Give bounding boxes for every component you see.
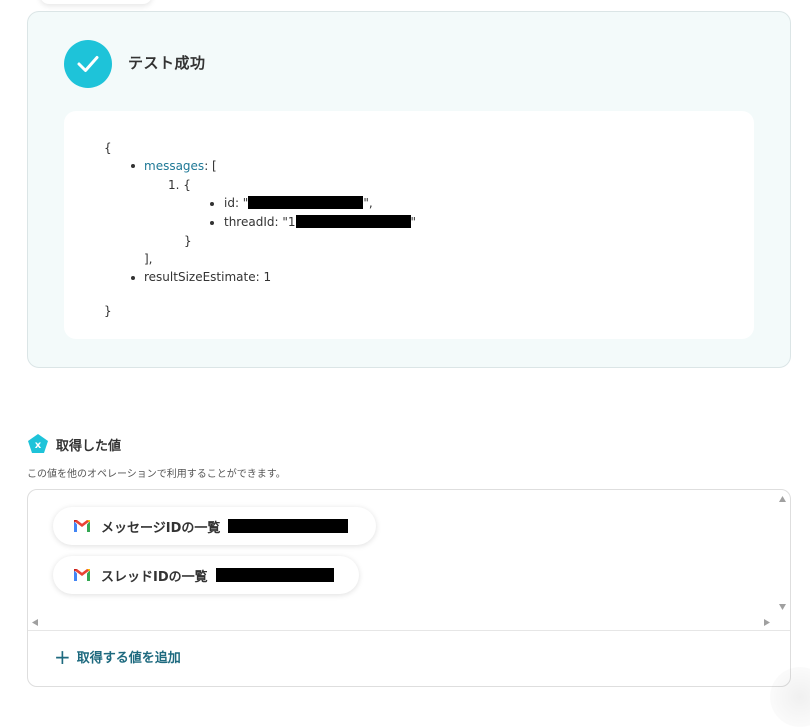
acquired-values-panel: メッセージIDの一覧 スレッドIDの一覧 + 取得する値を追加	[27, 489, 791, 687]
scroll-up-arrow-icon[interactable]	[778, 495, 787, 503]
acquired-values-description: この値を他のオペレーションで利用することができます。	[27, 469, 286, 480]
json-messages-open: : [	[204, 159, 217, 173]
test-success-title: テスト成功	[128, 54, 206, 72]
success-check-icon	[64, 40, 112, 88]
json-id-suffix: ",	[363, 196, 373, 210]
bullet	[131, 164, 135, 168]
value-chip-label: メッセージIDの一覧	[101, 520, 221, 536]
variable-x-icon: x	[28, 434, 48, 453]
redacted-value	[228, 519, 349, 533]
value-chip-message-ids[interactable]: メッセージIDの一覧	[53, 507, 376, 545]
json-close-brace: }	[104, 304, 112, 318]
json-id-line: id: " ",	[224, 196, 373, 210]
scroll-left-arrow-icon[interactable]	[31, 618, 39, 627]
plus-icon: +	[54, 644, 71, 669]
bullet	[210, 202, 214, 206]
redacted-value	[215, 568, 334, 582]
scroll-right-arrow-icon[interactable]	[763, 618, 771, 627]
gmail-icon	[74, 520, 90, 532]
acquired-values-title: 取得した値	[56, 439, 122, 454]
json-output-box: { messages: [ 1. { id: " ", threadId: "1 "…	[64, 111, 754, 339]
json-id-label: id: "	[224, 196, 249, 210]
test-result-panel: テスト成功 { messages: [ 1. { id: " ", threadI…	[27, 11, 791, 368]
json-result-size: resultSizeEstimate: 1	[144, 270, 272, 284]
svg-text:x: x	[35, 440, 42, 451]
value-chip-label: スレッドIDの一覧	[101, 569, 208, 585]
bullet	[131, 276, 135, 280]
json-key-messages: messages	[144, 159, 205, 173]
redacted-thread-id	[295, 215, 411, 228]
value-chip-thread-ids[interactable]: スレッドIDの一覧	[53, 556, 359, 594]
json-thread-line: threadId: "1 "	[224, 215, 416, 229]
previous-card-edge	[40, 0, 152, 4]
json-messages-line: messages: [	[144, 159, 217, 173]
scroll-down-arrow-icon[interactable]	[778, 603, 787, 611]
bullet	[210, 221, 214, 225]
json-thread-label: threadId: "1	[224, 215, 296, 229]
redacted-id	[248, 196, 364, 209]
gmail-icon	[74, 569, 90, 581]
json-thread-suffix: "	[410, 215, 417, 229]
json-array-close: ],	[144, 252, 153, 266]
json-item-marker: 1. {	[168, 178, 191, 192]
add-value-label: 取得する値を追加	[76, 651, 181, 666]
json-inner-close: }	[184, 234, 192, 248]
add-value-button[interactable]: + 取得する値を追加	[54, 644, 181, 669]
divider	[28, 630, 790, 631]
json-open-brace: {	[104, 141, 112, 155]
